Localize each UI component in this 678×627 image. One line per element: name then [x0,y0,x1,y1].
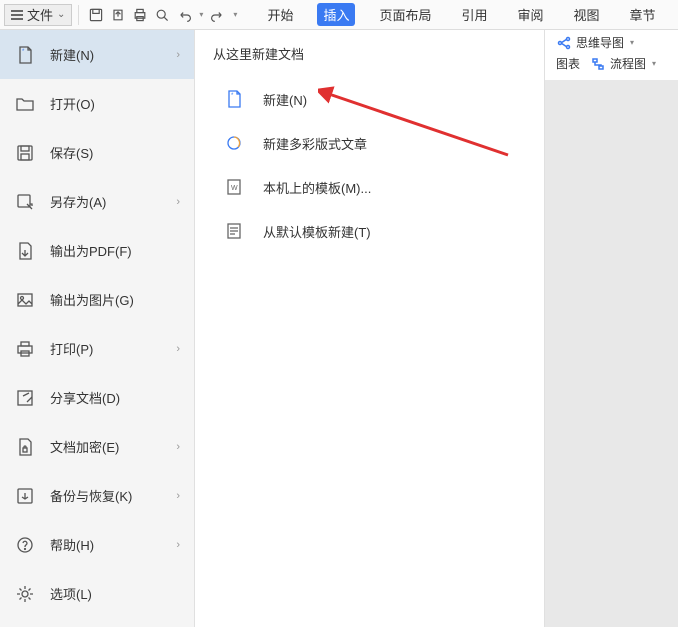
chevron-down-icon: ⌄ [57,9,65,20]
menu-help[interactable]: 帮助(H) › [0,520,194,569]
help-icon [14,534,36,556]
hamburger-icon [11,10,23,20]
new-file-icon: * [14,44,36,66]
undo-icon[interactable] [173,4,195,26]
template-icon: W [223,176,245,198]
submenu-title: 从这里新建文档 [195,44,544,77]
image-icon [14,289,36,311]
menu-save-label: 保存(S) [50,143,93,162]
ribbon-chart[interactable]: 图表 [556,55,580,72]
submenu-local-template[interactable]: W 本机上的模板(M)... [195,165,544,209]
save-icon[interactable] [85,4,107,26]
submenu-local-template-label: 本机上的模板(M)... [263,178,371,197]
menu-export-image[interactable]: 输出为图片(G) [0,275,194,324]
tab-view[interactable]: 视图 [568,3,606,26]
submenu-default-template[interactable]: 从默认模板新建(T) [195,209,544,253]
flowchart-icon [590,56,606,72]
backup-icon [14,485,36,507]
export-icon[interactable] [107,4,129,26]
pdf-icon [14,240,36,262]
submenu-arrow-icon: › [176,441,180,453]
default-template-icon [223,220,245,242]
menu-open-label: 打开(O) [50,94,95,113]
menu-export-pdf-label: 输出为PDF(F) [50,241,132,260]
redo-icon[interactable] [207,4,229,26]
menu-options[interactable]: 选项(L) [0,569,194,618]
submenu-arrow-icon: › [176,539,180,551]
printer-icon [14,338,36,360]
caret-icon: ▾ [652,59,656,68]
svg-text:W: W [231,185,238,192]
svg-text:*: * [22,49,25,55]
preview-icon[interactable] [151,4,173,26]
menu-help-label: 帮助(H) [50,535,94,554]
top-toolbar: 文件 ⌄ ▾ ▾ 开始 插入 页面布局 引用 审阅 视图 章节 [0,0,678,30]
submenu-arrow-icon: › [176,196,180,208]
print-icon[interactable] [129,4,151,26]
menu-encrypt-label: 文档加密(E) [50,437,119,456]
gear-icon [14,583,36,605]
submenu-arrow-icon: › [176,343,180,355]
tab-reference[interactable]: 引用 [455,3,493,26]
tab-layout[interactable]: 页面布局 [373,3,437,26]
ribbon-mindmap[interactable]: 思维导图 ▾ [556,34,634,51]
separator [78,5,79,25]
submenu-new-blank-label: 新建(N) [263,90,307,109]
submenu-arrow-icon: › [176,49,180,61]
menu-print[interactable]: 打印(P) › [0,324,194,373]
tab-review[interactable]: 审阅 [512,3,550,26]
ribbon-tabs: 开始 插入 页面布局 引用 审阅 视图 章节 [261,3,661,26]
menu-save[interactable]: 保存(S) [0,128,194,177]
menu-export-image-label: 输出为图片(G) [50,290,134,309]
submenu-new-color-label: 新建多彩版式文章 [263,134,367,153]
undo-caret-icon[interactable]: ▾ [199,10,203,19]
blank-doc-icon: * [223,88,245,110]
mindmap-icon [556,35,572,51]
menu-save-as[interactable]: 另存为(A) › [0,177,194,226]
tab-insert[interactable]: 插入 [317,3,355,26]
menu-save-as-label: 另存为(A) [50,192,106,211]
ribbon-flowchart-label: 流程图 [610,55,646,72]
menu-backup[interactable]: 备份与恢复(K) › [0,471,194,520]
color-doc-icon [223,132,245,154]
save-icon [14,142,36,164]
lock-icon [14,436,36,458]
new-submenu-panel: 从这里新建文档 * 新建(N) 新建多彩版式文章 W 本机上的模板(M)... … [195,30,545,627]
menu-print-label: 打印(P) [50,339,93,358]
qat-caret-icon[interactable]: ▾ [233,10,237,19]
caret-icon: ▾ [630,38,634,47]
menu-share-label: 分享文档(D) [50,388,120,407]
menu-backup-label: 备份与恢复(K) [50,486,132,505]
file-menu-button[interactable]: 文件 ⌄ [4,4,72,26]
menu-export-pdf[interactable]: 输出为PDF(F) [0,226,194,275]
menu-new[interactable]: * 新建(N) › [0,30,194,79]
file-menu-panel: * 新建(N) › 打开(O) 保存(S) 另存为(A) › 输出为PDF(F)… [0,30,195,627]
share-icon [14,387,36,409]
ribbon-flowchart[interactable]: 流程图 ▾ [590,55,656,72]
submenu-new-blank[interactable]: * 新建(N) [195,77,544,121]
ribbon-chart-label: 图表 [556,55,580,72]
tab-start[interactable]: 开始 [261,3,299,26]
file-label: 文件 [27,5,53,24]
menu-encrypt[interactable]: 文档加密(E) › [0,422,194,471]
submenu-arrow-icon: › [176,490,180,502]
document-canvas [545,80,678,627]
menu-options-label: 选项(L) [50,584,92,603]
ribbon-mindmap-label: 思维导图 [576,34,624,51]
menu-new-label: 新建(N) [50,45,94,64]
tab-chapter[interactable]: 章节 [624,3,662,26]
ribbon-fragment: 思维导图 ▾ 图表 流程图 ▾ [548,30,678,80]
menu-open[interactable]: 打开(O) [0,79,194,128]
menu-share[interactable]: 分享文档(D) [0,373,194,422]
save-as-icon [14,191,36,213]
submenu-default-template-label: 从默认模板新建(T) [263,222,371,241]
svg-text:*: * [231,93,234,99]
folder-icon [14,93,36,115]
submenu-new-color[interactable]: 新建多彩版式文章 [195,121,544,165]
